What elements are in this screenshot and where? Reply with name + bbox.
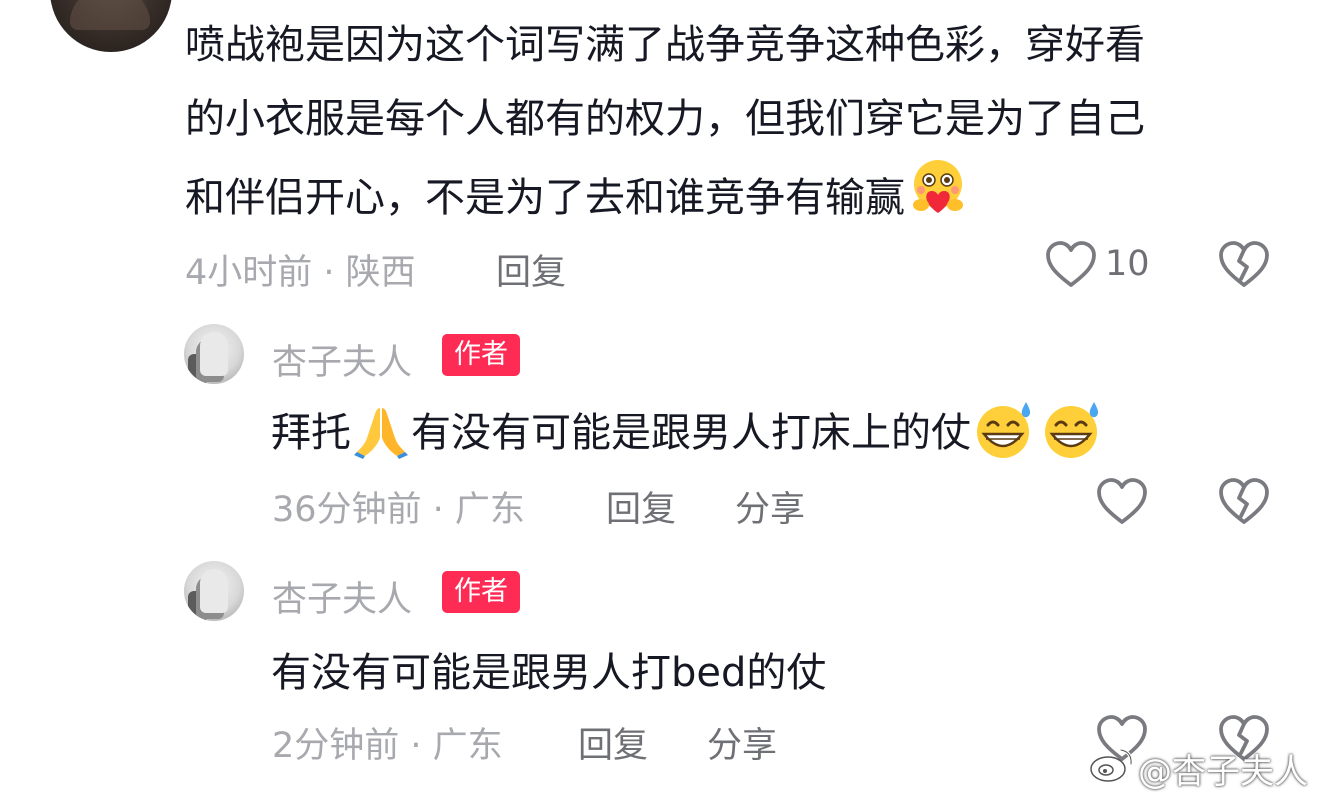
broken-heart-icon[interactable] xyxy=(1218,478,1270,526)
watermark-text: @杏子夫人 xyxy=(1138,752,1308,792)
commenter-avatar[interactable] xyxy=(50,0,172,52)
hugging-face-emoji-icon xyxy=(907,157,969,243)
reply-1-time-location: 36分钟前 · 广东 xyxy=(272,490,525,530)
grinning-sweat-emoji-icon xyxy=(1041,398,1105,472)
heart-outline-icon[interactable] xyxy=(1096,478,1148,526)
weibo-logo-icon xyxy=(1088,744,1136,784)
comment-reply-button[interactable]: 回复 xyxy=(496,244,566,295)
comment-line-1: 喷战袍是因为这个词写满了战争竞争这种色彩，穿好看 xyxy=(185,22,1145,68)
reply-1-author-avatar[interactable] xyxy=(184,324,244,384)
reply-1-text: 拜托 有没有可能是跟男人打床上的仗 xyxy=(271,398,1105,472)
reply-1-text-after: 有没有可能是跟男人打床上的仗 xyxy=(411,410,971,456)
reply-1-author-name[interactable]: 杏子夫人 xyxy=(272,334,412,385)
comment-line-2: 的小衣服是每个人都有的权力，但我们穿它是为了自己 xyxy=(185,96,1145,142)
broken-heart-icon[interactable] xyxy=(1218,241,1270,289)
reply-2-reply-button[interactable]: 回复 xyxy=(578,717,648,768)
reply-2-text: 有没有可能是跟男人打bed的仗 xyxy=(271,650,827,696)
comment-time-location: 4小时前 · 陕西 xyxy=(185,253,416,293)
folded-hands-emoji-icon xyxy=(351,400,411,470)
reply-2-author-name[interactable]: 杏子夫人 xyxy=(272,571,412,622)
grinning-sweat-emoji-icon xyxy=(973,398,1037,472)
reply-1-share-button[interactable]: 分享 xyxy=(735,481,805,532)
reply-2-author-avatar[interactable] xyxy=(184,561,244,621)
heart-outline-icon[interactable] xyxy=(1045,241,1097,289)
reply-2-share-button[interactable]: 分享 xyxy=(707,717,777,768)
reply-1-reply-button[interactable]: 回复 xyxy=(606,481,676,532)
comment-line-3: 和伴侣开心，不是为了去和谁竞争有输赢 xyxy=(185,157,969,243)
reply-1-author-badge: 作者 xyxy=(442,334,520,376)
reply-1-text-before: 拜托 xyxy=(271,410,351,456)
reply-2-author-badge: 作者 xyxy=(442,571,520,613)
comment-line-3-text: 和伴侣开心，不是为了去和谁竞争有输赢 xyxy=(185,175,905,221)
comment-like-count: 10 xyxy=(1105,244,1150,284)
reply-2-time-location: 2分钟前 · 广东 xyxy=(272,726,503,766)
